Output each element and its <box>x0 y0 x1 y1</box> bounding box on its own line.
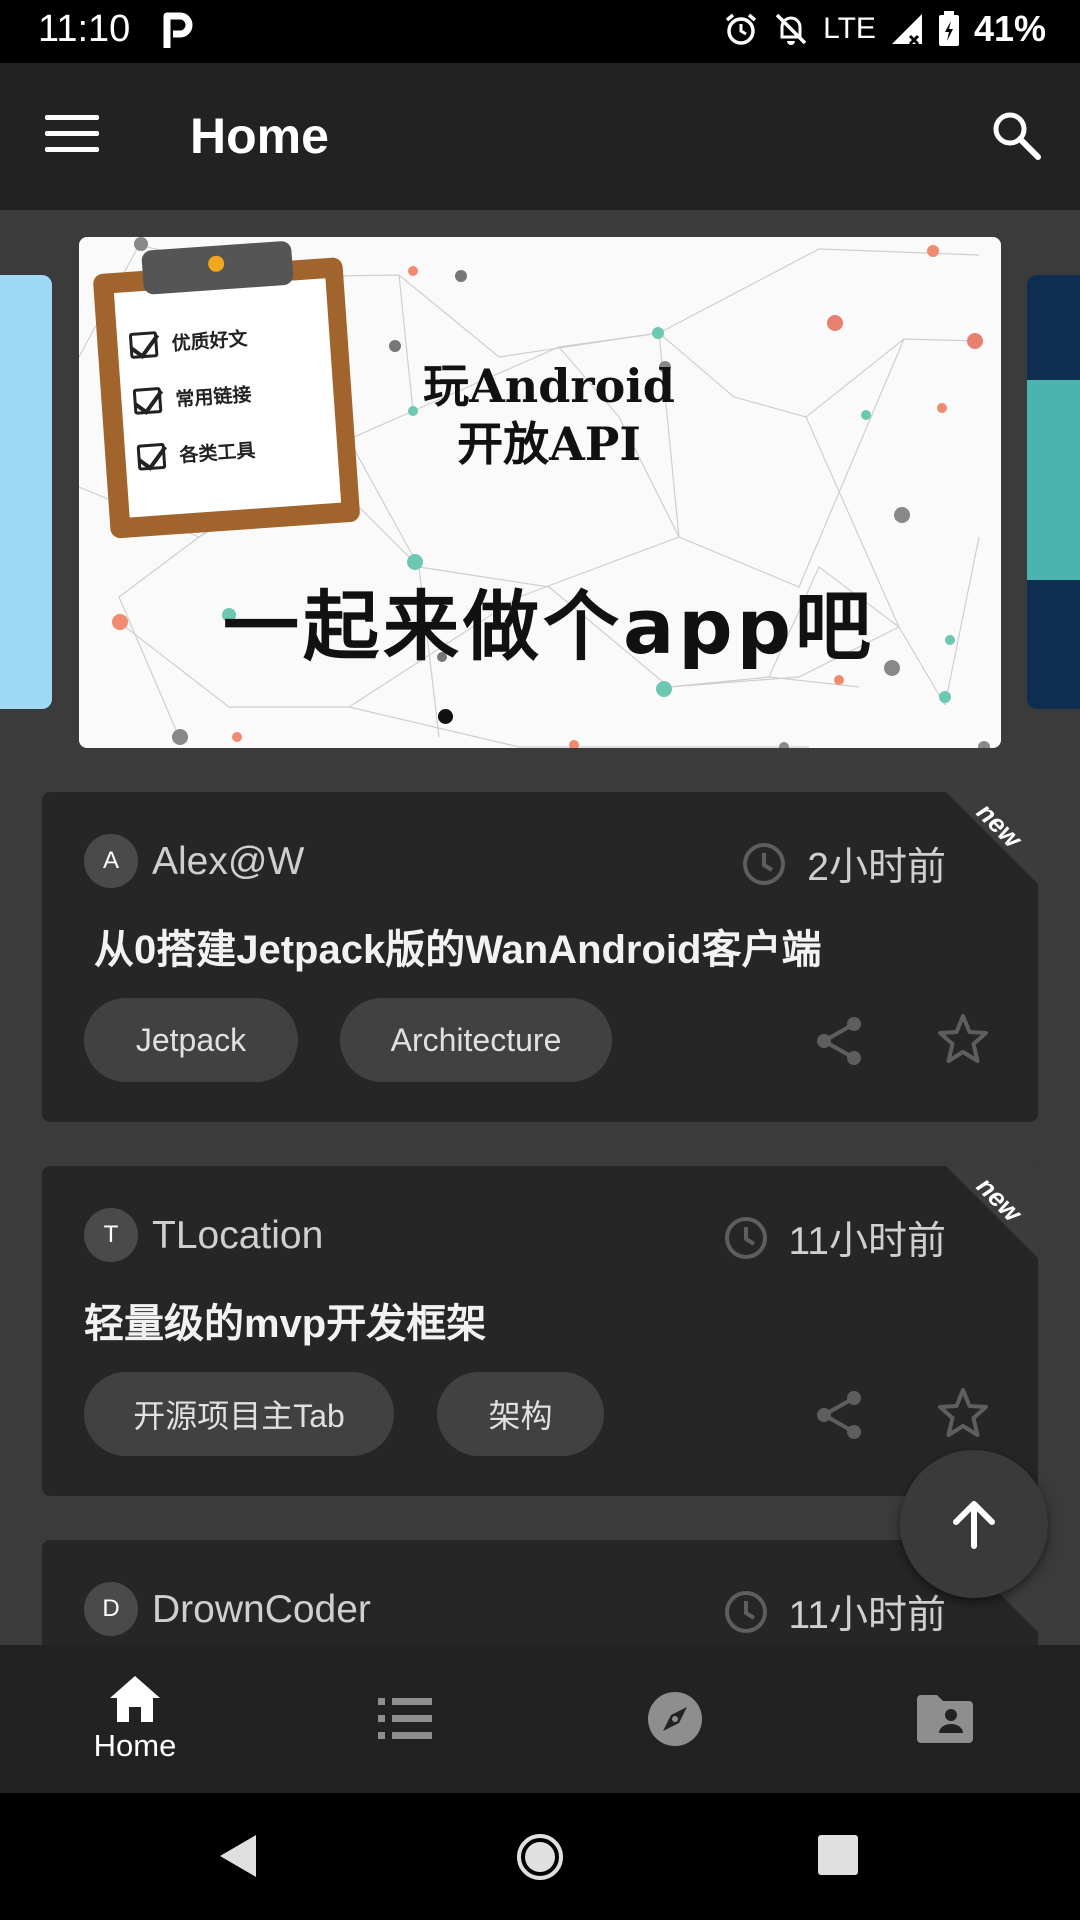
article-card[interactable]: new A Alex@W 2小时前 从0搭建Jetpack版的WanAndroi… <box>42 792 1038 1122</box>
contact-folder-icon <box>917 1695 973 1743</box>
list-icon <box>378 1698 432 1739</box>
tag-chip[interactable]: 开源项目主Tab <box>84 1372 394 1456</box>
star-icon[interactable] <box>935 1012 991 1068</box>
nav-label-home: Home <box>93 1728 177 1763</box>
author-name[interactable]: DrownCoder <box>152 1588 371 1632</box>
bottom-navigation: Home <box>0 1645 1080 1793</box>
nav-item-list[interactable] <box>270 1645 540 1793</box>
author-name[interactable]: TLocation <box>152 1214 323 1258</box>
alarm-icon <box>726 13 757 45</box>
scroll-to-top-button[interactable] <box>900 1450 1048 1598</box>
clock-icon <box>724 1591 767 1633</box>
nav-item-profile[interactable] <box>810 1645 1080 1793</box>
home-system-icon[interactable] <box>516 1833 564 1881</box>
clock-icon <box>743 843 786 885</box>
nav-item-home[interactable]: Home <box>0 1645 270 1793</box>
avatar: A <box>84 834 138 888</box>
banner-next-peek[interactable] <box>1027 275 1080 709</box>
article-list[interactable]: 优质好文 常用链接 各类工具 玩Android 开放API 一起来做个app吧 … <box>0 210 1080 1645</box>
avatar: D <box>84 1582 138 1636</box>
share-icon[interactable] <box>812 1014 866 1068</box>
author-name[interactable]: Alex@W <box>152 840 304 884</box>
nav-item-explore[interactable] <box>540 1645 810 1793</box>
avatar: T <box>84 1208 138 1262</box>
back-icon[interactable] <box>218 1833 258 1879</box>
arrow-up-icon <box>953 1501 995 1549</box>
article-title[interactable]: 轻量级的mvp开发框架 <box>84 1291 486 1349</box>
carousel-indicator-dot <box>438 709 453 724</box>
parking-notification-icon <box>163 12 193 48</box>
article-card[interactable]: new T TLocation 11小时前 轻量级的mvp开发框架 开源项目主T… <box>42 1166 1038 1496</box>
clock-icon <box>724 1217 767 1259</box>
system-navigation-bar <box>0 1793 1080 1920</box>
tag-chip[interactable]: 架构 <box>437 1372 604 1456</box>
battery-icon <box>938 11 959 46</box>
banner-title-line2: 开放API <box>457 417 641 471</box>
banner-title: 玩Android 开放API <box>379 357 719 473</box>
page-title: Home <box>190 108 329 164</box>
article-title[interactable]: 从0搭建Jetpack版的WanAndroid客户端 <box>94 917 821 975</box>
tag-chip[interactable]: Jetpack <box>84 998 298 1082</box>
banner-slogan: 一起来做个app吧 <box>222 582 876 671</box>
status-bar: 11:10 LTE 41% <box>0 0 1080 63</box>
banner-prev-peek[interactable] <box>0 275 52 709</box>
publish-time: 11小时前 <box>788 1594 947 1637</box>
publish-time: 11小时前 <box>788 1220 947 1263</box>
home-icon <box>110 1676 160 1722</box>
recents-icon[interactable] <box>818 1835 858 1875</box>
search-icon[interactable] <box>990 109 1042 161</box>
notifications-off-icon <box>775 13 807 45</box>
app-bar: Home <box>0 63 1080 210</box>
signal-icon <box>891 14 922 46</box>
article-card[interactable]: D DrownCoder 11小时前 <box>42 1540 1038 1645</box>
tag-chip[interactable]: Architecture <box>340 998 612 1082</box>
network-type: LTE <box>823 12 876 45</box>
status-time: 11:10 <box>38 8 131 50</box>
banner-carousel[interactable]: 优质好文 常用链接 各类工具 玩Android 开放API 一起来做个app吧 <box>79 237 1001 748</box>
menu-icon[interactable] <box>45 115 99 155</box>
compass-icon <box>648 1692 702 1746</box>
clipboard-illustration: 优质好文 常用链接 各类工具 <box>91 237 373 544</box>
share-icon[interactable] <box>812 1388 866 1442</box>
star-icon[interactable] <box>935 1386 991 1442</box>
publish-time: 2小时前 <box>807 846 946 889</box>
battery-percent: 41% <box>973 8 1046 49</box>
banner-title-line1: 玩Android <box>423 359 675 413</box>
